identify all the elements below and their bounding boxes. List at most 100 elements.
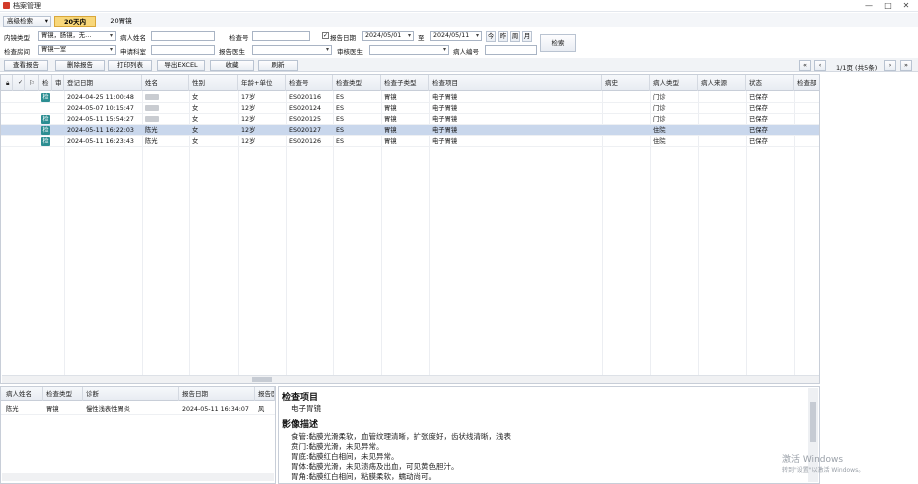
exam-status-cell: 检	[39, 92, 52, 103]
redacted-name	[145, 94, 159, 100]
table-row[interactable]: 2024-05-07 10:15:47 女 12岁 ES020124 ES 胃镜 电子胃镜 门…	[1, 103, 819, 114]
col-exam[interactable]: 检	[39, 75, 52, 91]
cell-ptype: 门诊	[653, 105, 666, 112]
first-page-button[interactable]: «	[799, 60, 811, 71]
cell-date: 2024-05-11 16:22:03	[67, 127, 134, 134]
table-row[interactable]: 检 2024-05-11 16:23:43 陈光 女 12岁 ES020126 ES 胃镜 电子…	[1, 136, 819, 147]
hist-col-doctor[interactable]: 报告医	[255, 387, 275, 401]
col-patient-source[interactable]: 病人来源	[698, 75, 746, 91]
month-button[interactable]: 月	[522, 31, 532, 42]
col-name[interactable]: 姓名	[142, 75, 189, 91]
hist-col-name[interactable]: 病人姓名	[3, 387, 43, 401]
cell-subtype: 胃镜	[384, 116, 397, 123]
exam-status-cell: 检	[39, 136, 52, 147]
cell-date: 2024-05-11 15:54:27	[67, 116, 134, 123]
cell-name: 陈光	[145, 127, 158, 134]
history-header: 病人姓名 检查类型 诊断 报告日期 报告医	[1, 387, 275, 401]
cell-ptype: 门诊	[653, 94, 666, 101]
week-button[interactable]: 周	[510, 31, 520, 42]
tab-20-gastroscope[interactable]: 20胃镜	[100, 16, 142, 27]
table-row[interactable]: 检 2024-04-25 11:00:48 女 17岁 ES020116 ES 胃镜 电子胃镜…	[1, 92, 819, 103]
close-button[interactable]: ✕	[899, 0, 913, 11]
room-select[interactable]: 胃镜一室	[38, 45, 116, 55]
cell-sex: 女	[192, 138, 199, 145]
col-sex[interactable]: 性别	[189, 75, 238, 91]
app-icon	[3, 2, 10, 9]
report-date-checkbox[interactable]: ✓	[322, 32, 329, 39]
endo-type-select[interactable]: 胃镜，肠镜，无…	[38, 31, 116, 41]
date-to-label: 至	[418, 34, 425, 42]
cell-item: 电子胃镜	[432, 116, 458, 123]
yesterday-button[interactable]: 昨	[498, 31, 508, 42]
patient-no-label: 病人编号	[453, 48, 479, 56]
cell-name	[142, 103, 189, 114]
col-exam-no[interactable]: 检查号	[286, 75, 333, 91]
cell-no: ES020127	[289, 127, 322, 134]
col-exam-part[interactable]: 检查部	[794, 75, 819, 91]
delete-report-button[interactable]: 删除报告	[55, 60, 105, 71]
col-register-date[interactable]: 登记日期	[64, 75, 142, 91]
cell-name	[142, 92, 189, 103]
reviewer-select[interactable]	[369, 45, 449, 55]
horizontal-scrollbar[interactable]	[2, 375, 819, 383]
col-exam-item[interactable]: 检查项目	[429, 75, 602, 91]
cell-age: 17岁	[241, 94, 256, 101]
cell-history	[602, 92, 650, 103]
exam-tag-icon: 检	[41, 137, 50, 146]
detail-scroll-thumb[interactable]	[810, 402, 816, 442]
favorite-button[interactable]: 收藏	[210, 60, 254, 71]
history-row[interactable]: 陈光 胃镜 慢性浅表性胃炎 2024-05-11 16:34:07 风	[1, 404, 275, 415]
minimize-button[interactable]: —	[862, 0, 876, 11]
scroll-thumb[interactable]	[252, 377, 272, 382]
date-from-picker[interactable]: 2024/05/01	[362, 31, 414, 41]
next-page-button[interactable]: ›	[884, 60, 896, 71]
hist-col-date[interactable]: 报告日期	[179, 387, 255, 401]
endo-type-label: 内镜类型	[4, 34, 30, 42]
exam-tag-icon: 检	[41, 126, 50, 135]
exam-item-value: 电子胃镜	[291, 404, 321, 413]
date-to-picker[interactable]: 2024/05/11	[430, 31, 482, 41]
hist-doctor: 风	[258, 406, 265, 413]
col-review[interactable]: 审	[52, 75, 64, 91]
table-row[interactable]: 检 2024-05-11 16:22:03 陈光 女 12岁 ES020127 ES 胃镜 电子…	[1, 125, 819, 136]
last-page-button[interactable]: »	[900, 60, 912, 71]
advanced-search-dropdown[interactable]: 高级检索 ▾	[3, 16, 51, 27]
cell-source	[698, 125, 746, 136]
cell-status: 已保存	[749, 116, 768, 123]
cell-source	[698, 136, 746, 147]
col-patient-type[interactable]: 病人类型	[650, 75, 698, 91]
today-button[interactable]: 今	[486, 31, 496, 42]
cell-ptype: 门诊	[653, 116, 666, 123]
patient-no-input[interactable]	[485, 45, 537, 55]
print-list-button[interactable]: 打印列表	[108, 60, 152, 71]
view-report-button[interactable]: 查看报告	[4, 60, 48, 71]
hist-col-type[interactable]: 检查类型	[43, 387, 83, 401]
col-age[interactable]: 年龄+单位	[238, 75, 286, 91]
exam-status-cell: 检	[39, 114, 52, 125]
maximize-button[interactable]: □	[881, 0, 895, 11]
cell-date: 2024-05-11 16:23:43	[67, 138, 134, 145]
col-exam-type[interactable]: 检查类型	[333, 75, 381, 91]
dept-input[interactable]	[151, 45, 215, 55]
col-history[interactable]: 病史	[602, 75, 650, 91]
hist-col-diagnosis[interactable]: 诊断	[83, 387, 179, 401]
refresh-button[interactable]: 刷新	[258, 60, 298, 71]
page-info: 1/1页 (共5条)	[836, 64, 878, 72]
cell-type: ES	[336, 105, 344, 112]
redacted-name	[145, 105, 159, 111]
col-status[interactable]: 状态	[746, 75, 794, 91]
col-exam-subtype[interactable]: 检查子类型	[381, 75, 429, 91]
cell-status: 已保存	[749, 127, 768, 134]
history-hscrollbar[interactable]	[2, 473, 274, 481]
export-excel-button[interactable]: 导出EXCEL	[157, 60, 205, 71]
patient-name-input[interactable]	[151, 31, 215, 41]
tab-20-days[interactable]: 20天内	[54, 16, 96, 27]
search-button[interactable]: 检索	[540, 34, 576, 52]
exam-no-input[interactable]	[252, 31, 310, 41]
report-doctor-select[interactable]	[252, 45, 332, 55]
exam-status-cell	[39, 103, 52, 114]
cell-item: 电子胃镜	[432, 94, 458, 101]
cell-history	[602, 114, 650, 125]
table-row[interactable]: 检 2024-05-11 15:54:27 女 12岁 ES020125 ES 胃镜 电子胃镜…	[1, 114, 819, 125]
prev-page-button[interactable]: ‹	[814, 60, 826, 71]
